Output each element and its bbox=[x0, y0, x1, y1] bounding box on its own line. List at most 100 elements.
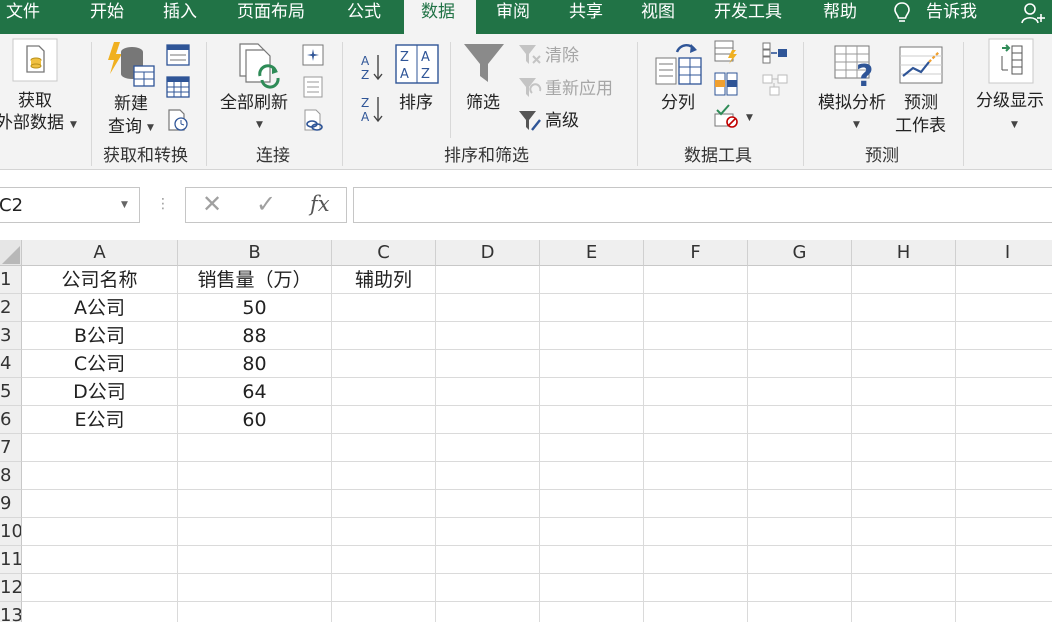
cell-d1[interactable] bbox=[436, 266, 540, 294]
cell-g13[interactable] bbox=[748, 602, 852, 622]
cell-f5[interactable] bbox=[644, 378, 748, 406]
cell-h8[interactable] bbox=[852, 462, 956, 490]
cell-i8[interactable] bbox=[956, 462, 1052, 490]
cell-h2[interactable] bbox=[852, 294, 956, 322]
column-header-a[interactable]: A bbox=[22, 240, 178, 266]
cell-c5[interactable] bbox=[332, 378, 436, 406]
cell-i4[interactable] bbox=[956, 350, 1052, 378]
cell-b13[interactable] bbox=[178, 602, 332, 622]
row-header-4[interactable]: 4 bbox=[0, 350, 22, 378]
cell-a2[interactable]: A公司 bbox=[22, 294, 178, 322]
recent-sources-icon[interactable] bbox=[166, 108, 190, 136]
cell-g7[interactable] bbox=[748, 434, 852, 462]
cell-d2[interactable] bbox=[436, 294, 540, 322]
column-header-i[interactable]: I bbox=[956, 240, 1052, 266]
show-queries-icon[interactable] bbox=[166, 44, 190, 70]
tab-data[interactable]: 数据 bbox=[404, 0, 476, 34]
cell-a11[interactable] bbox=[22, 546, 178, 574]
forecast-sheet-label-2[interactable]: 工作表 bbox=[895, 115, 946, 137]
chevron-down-icon[interactable]: ▼ bbox=[70, 120, 77, 130]
new-query-icon[interactable] bbox=[104, 40, 156, 94]
outline-label[interactable]: 分级显示 bbox=[976, 90, 1044, 112]
cell-a10[interactable] bbox=[22, 518, 178, 546]
column-header-h[interactable]: H bbox=[852, 240, 956, 266]
cell-d5[interactable] bbox=[436, 378, 540, 406]
cell-c8[interactable] bbox=[332, 462, 436, 490]
cell-i1[interactable] bbox=[956, 266, 1052, 294]
what-if-analysis-icon[interactable]: ? bbox=[834, 42, 880, 94]
chevron-down-icon[interactable]: ▼ bbox=[853, 120, 860, 130]
cell-h1[interactable] bbox=[852, 266, 956, 294]
tab-formulas[interactable]: 公式 bbox=[347, 0, 381, 34]
forecast-sheet-icon[interactable] bbox=[899, 46, 943, 88]
cell-c13[interactable] bbox=[332, 602, 436, 622]
cell-g3[interactable] bbox=[748, 322, 852, 350]
flash-fill-icon[interactable] bbox=[714, 40, 738, 68]
properties-icon[interactable] bbox=[302, 76, 324, 102]
tab-file[interactable]: 文件 bbox=[6, 0, 40, 34]
column-header-c[interactable]: C bbox=[332, 240, 436, 266]
cell-f4[interactable] bbox=[644, 350, 748, 378]
cell-e3[interactable] bbox=[540, 322, 644, 350]
cell-b4[interactable]: 80 bbox=[178, 350, 332, 378]
cell-i5[interactable] bbox=[956, 378, 1052, 406]
chevron-down-icon[interactable]: ▼ bbox=[746, 113, 753, 123]
cell-a9[interactable] bbox=[22, 490, 178, 518]
chevron-down-icon[interactable]: ▼ bbox=[147, 123, 154, 133]
cell-f9[interactable] bbox=[644, 490, 748, 518]
tab-insert[interactable]: 插入 bbox=[163, 0, 197, 34]
cell-h12[interactable] bbox=[852, 574, 956, 602]
cell-i13[interactable] bbox=[956, 602, 1052, 622]
cell-h7[interactable] bbox=[852, 434, 956, 462]
chevron-down-icon[interactable]: ▼ bbox=[256, 120, 263, 130]
cell-e8[interactable] bbox=[540, 462, 644, 490]
cell-a5[interactable]: D公司 bbox=[22, 378, 178, 406]
cell-i11[interactable] bbox=[956, 546, 1052, 574]
refresh-all-label[interactable]: 全部刷新 bbox=[220, 92, 288, 114]
cell-f3[interactable] bbox=[644, 322, 748, 350]
row-header-1[interactable]: 1 bbox=[0, 266, 22, 294]
cell-i12[interactable] bbox=[956, 574, 1052, 602]
advanced-label[interactable]: 高级 bbox=[545, 110, 579, 132]
cell-g12[interactable] bbox=[748, 574, 852, 602]
tab-developer[interactable]: 开发工具 bbox=[714, 0, 782, 34]
cell-d12[interactable] bbox=[436, 574, 540, 602]
cell-a13[interactable] bbox=[22, 602, 178, 622]
cell-h11[interactable] bbox=[852, 546, 956, 574]
outline-icon[interactable] bbox=[988, 38, 1034, 88]
chevron-down-icon[interactable]: ▼ bbox=[1011, 120, 1018, 130]
cell-d13[interactable] bbox=[436, 602, 540, 622]
get-external-data-label-2[interactable]: 外部数据 bbox=[0, 112, 64, 134]
filter-label[interactable]: 筛选 bbox=[466, 92, 500, 114]
advanced-filter-icon[interactable] bbox=[518, 110, 542, 136]
cell-e13[interactable] bbox=[540, 602, 644, 622]
cell-g10[interactable] bbox=[748, 518, 852, 546]
cell-c4[interactable] bbox=[332, 350, 436, 378]
cell-c1[interactable]: 辅助列 bbox=[332, 266, 436, 294]
cell-e7[interactable] bbox=[540, 434, 644, 462]
filter-funnel-icon[interactable] bbox=[462, 42, 506, 90]
cell-a4[interactable]: C公司 bbox=[22, 350, 178, 378]
select-all-button[interactable] bbox=[0, 240, 22, 266]
formula-input[interactable] bbox=[353, 187, 1052, 223]
cell-f12[interactable] bbox=[644, 574, 748, 602]
cell-a1[interactable]: 公司名称 bbox=[22, 266, 178, 294]
row-header-12[interactable]: 12 bbox=[0, 574, 22, 602]
tab-home[interactable]: 开始 bbox=[90, 0, 124, 34]
text-to-columns-label[interactable]: 分列 bbox=[661, 92, 695, 114]
remove-duplicates-icon[interactable] bbox=[714, 72, 738, 100]
cell-h9[interactable] bbox=[852, 490, 956, 518]
row-header-11[interactable]: 11 bbox=[0, 546, 22, 574]
tab-view[interactable]: 视图 bbox=[641, 0, 675, 34]
insert-function-icon[interactable]: fx bbox=[310, 192, 330, 216]
row-header-7[interactable]: 7 bbox=[0, 434, 22, 462]
cell-b12[interactable] bbox=[178, 574, 332, 602]
cell-b7[interactable] bbox=[178, 434, 332, 462]
cell-e1[interactable] bbox=[540, 266, 644, 294]
cell-b1[interactable]: 销售量（万） bbox=[178, 266, 332, 294]
cell-g1[interactable] bbox=[748, 266, 852, 294]
cell-d8[interactable] bbox=[436, 462, 540, 490]
cell-e11[interactable] bbox=[540, 546, 644, 574]
from-table-icon[interactable] bbox=[166, 76, 190, 102]
cell-i10[interactable] bbox=[956, 518, 1052, 546]
